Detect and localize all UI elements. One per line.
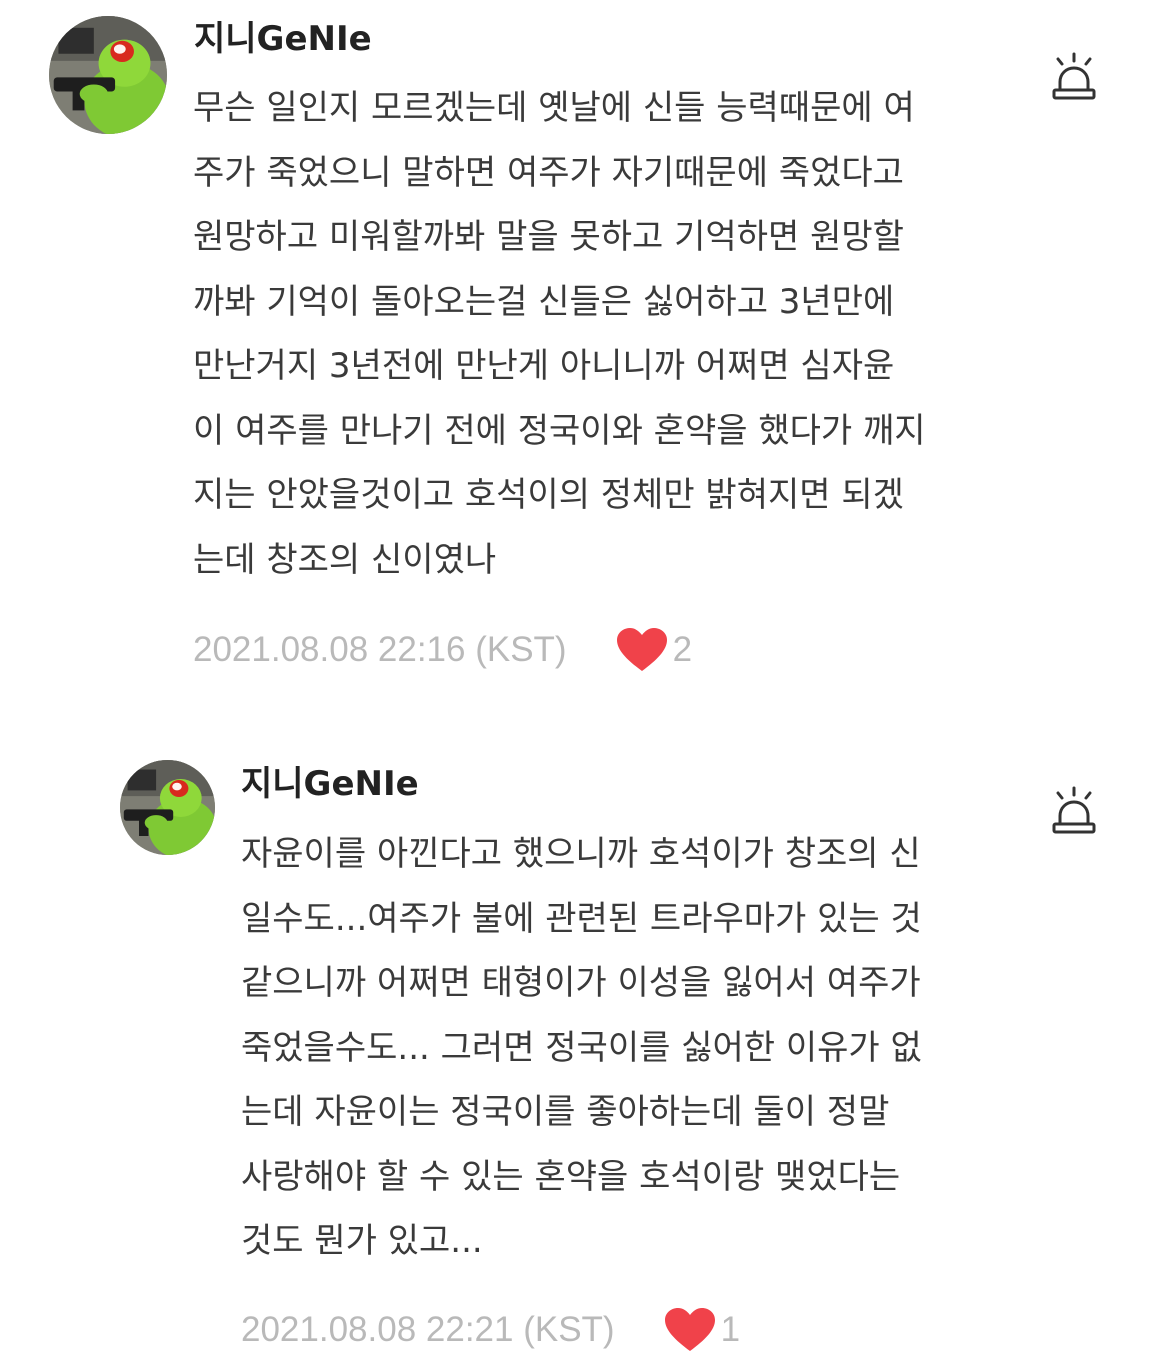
comment-line: 무슨 일인지 모르겠는데 옛날에 신들 능력때문에 여 <box>193 88 915 128</box>
comment: 지니GeNIe 무슨 일인지 모르겠는데 옛날에 신들 능력때문에 여 주가 죽… <box>0 0 1169 700</box>
heart-icon[interactable] <box>664 1308 715 1352</box>
comment-line: 죽었을수도... 그러면 정국이를 싫어한 이유가 없 <box>241 1027 922 1068</box>
siren-icon[interactable] <box>1051 786 1097 834</box>
comment-line: 것도 뭔가 있고... <box>241 1221 483 1261</box>
siren-icon[interactable] <box>1051 52 1097 100</box>
comment-line: 주가 죽었으니 말하면 여주가 자기때문에 죽었다고 <box>193 152 904 193</box>
comment-body: 무슨 일인지 모르겠는데 옛날에 신들 능력때문에 여 주가 죽었으니 말하면 … <box>193 76 926 592</box>
comment-line: 자윤이를 아낀다고 했으니까 호석이가 창조의 신 <box>241 834 921 874</box>
comment-body: 자윤이를 아낀다고 했으니까 호석이가 창조의 신 일수도...여주가 불에 관… <box>241 822 922 1274</box>
comment-meta: 2021.08.08 22:16 (KST) 2 <box>193 627 692 673</box>
heart-icon[interactable] <box>616 628 667 672</box>
reply-comment: 지니GeNIe 자윤이를 아낀다고 했으니까 호석이가 창조의 신 일수도...… <box>0 700 1169 1360</box>
comment-line: 원망하고 미워할까봐 말을 못하고 기억하면 원망할 <box>193 217 904 257</box>
comment-line: 만난거지 3년전에 만난게 아니니까 어쩌면 심자윤 <box>193 346 895 386</box>
like-count: 2 <box>672 630 693 669</box>
author-name[interactable]: 지니GeNIe <box>194 22 372 56</box>
timestamp: 2021.08.08 22:16 (KST) <box>193 630 567 669</box>
comment-line: 까봐 기억이 돌아오는걸 신들은 싫어하고 3년만에 <box>193 281 895 322</box>
comment-line: 일수도...여주가 불에 관련된 트라우마가 있는 것 <box>241 898 922 939</box>
like-count: 1 <box>720 1310 741 1349</box>
avatar[interactable] <box>120 760 215 855</box>
comment-line: 같으니까 어쩌면 태형이가 이성을 잃어서 여주가 <box>241 963 921 1003</box>
comment-line: 는데 창조의 신이였나 <box>193 539 497 580</box>
comment-line: 지는 안았을것이고 호석이의 정체만 밝혀지면 되겠 <box>193 475 904 515</box>
kermit-avatar-icon <box>120 760 215 855</box>
timestamp: 2021.08.08 22:21 (KST) <box>241 1310 615 1349</box>
kermit-avatar-icon <box>49 16 167 134</box>
author-name[interactable]: 지니GeNIe <box>241 767 419 801</box>
comment-line: 는데 자윤이는 정국이를 좋아하는데 둘이 정말 <box>241 1092 890 1132</box>
comment-line: 사랑해야 할 수 있는 혼약을 호석이랑 맺었다는 <box>241 1156 901 1197</box>
avatar[interactable] <box>49 16 167 134</box>
comment-meta: 2021.08.08 22:21 (KST) 1 <box>241 1307 740 1353</box>
comment-line: 이 여주를 만나기 전에 정국이와 혼약을 했다가 깨지 <box>193 410 926 451</box>
